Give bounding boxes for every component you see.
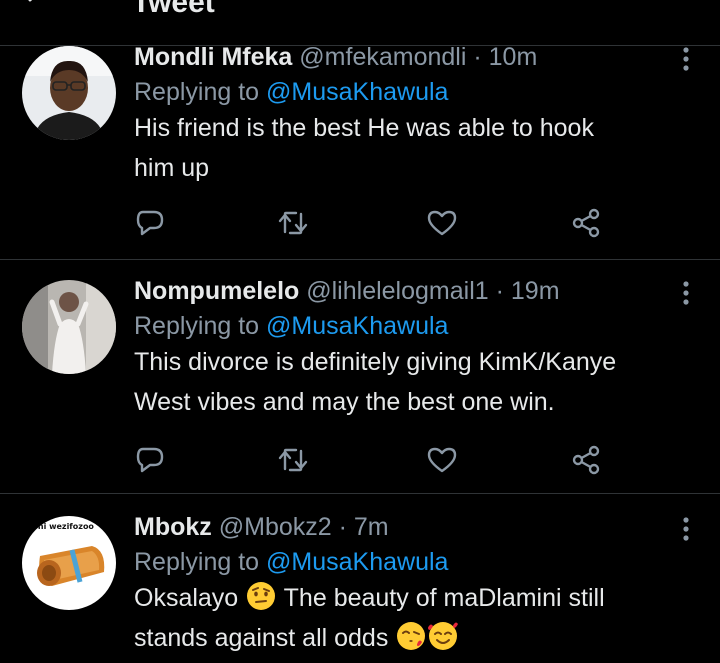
tweet-text-line: His friend is the best He was able to ho…	[134, 114, 594, 142]
action-bar	[134, 207, 604, 247]
author-handle[interactable]: @mfekamondli	[299, 43, 466, 71]
author-name[interactable]: Mondli Mfeka	[134, 43, 292, 71]
avatar[interactable]: laphi wezifozoo	[22, 516, 116, 610]
separator-dot: ·	[495, 277, 504, 305]
replying-to: Replying to @MusaKhawula	[134, 546, 680, 578]
more-icon[interactable]	[682, 280, 690, 306]
avatar[interactable]	[22, 280, 116, 374]
avatar[interactable]	[22, 46, 116, 140]
timestamp[interactable]: 7m	[354, 513, 389, 541]
reply-icon[interactable]	[134, 444, 166, 476]
tweet-text: His friend is the best He was able to ho…	[134, 108, 680, 188]
tweet-text-segment: Oksalayo	[134, 584, 246, 612]
action-bar	[134, 444, 604, 484]
mention-link[interactable]: @MusaKhawula	[266, 548, 448, 576]
share-icon[interactable]	[570, 207, 602, 239]
top-bar: Tweet	[0, 0, 720, 46]
mention-link[interactable]: @MusaKhawula	[266, 312, 448, 340]
tweet-header: Nompumelelo @lihlelelogmail1 · 19m	[134, 276, 680, 306]
retweet-icon[interactable]	[277, 207, 309, 239]
share-icon[interactable]	[570, 444, 602, 476]
face-blowing-kiss-emoji-icon	[397, 622, 426, 651]
tweet-header: Mondli Mfeka @mfekamondli · 10m	[134, 42, 680, 72]
author-handle[interactable]: @lihlelelogmail1	[306, 277, 488, 305]
smiling-face-with-hearts-emoji-icon	[428, 622, 459, 651]
replying-prefix: Replying to	[134, 312, 267, 340]
face-with-raised-eyebrow-emoji-icon	[247, 582, 276, 611]
tweet-text-line: West vibes and may the best one win.	[134, 388, 555, 416]
separator-dot: ·	[338, 513, 347, 541]
author-handle[interactable]: @Mbokz2	[219, 513, 332, 541]
timestamp[interactable]: 10m	[489, 43, 538, 71]
replying-to: Replying to @MusaKhawula	[134, 76, 680, 108]
tweet-text-line: him up	[134, 154, 210, 182]
replying-to: Replying to @MusaKhawula	[134, 310, 680, 342]
tweet-text: Oksalayo The beauty of maDlamini still s…	[134, 578, 680, 658]
tweet-text-line: stands against all odds	[134, 618, 680, 658]
retweet-icon[interactable]	[277, 444, 309, 476]
author-name[interactable]: Nompumelelo	[134, 277, 299, 305]
heart-icon[interactable]	[426, 207, 458, 239]
replying-prefix: Replying to	[134, 78, 267, 106]
more-icon[interactable]	[682, 516, 690, 542]
reply-tweet[interactable]: Mondli Mfeka @mfekamondli · 10m Replying…	[0, 43, 720, 260]
replying-prefix: Replying to	[134, 548, 267, 576]
tweet-text-line: Oksalayo The beauty of maDlamini still	[134, 578, 680, 618]
tweet-text: This divorce is definitely giving KimK/K…	[134, 342, 680, 422]
tweet-header: Mbokz @Mbokz2 · 7m	[134, 512, 680, 542]
reply-tweet[interactable]: laphi wezifozoo Mbokz @Mbokz2 · 7m Reply…	[0, 494, 720, 663]
tweet-text-segment: stands against all odds	[134, 624, 396, 652]
avatar-caption: laphi wezifozoo	[24, 522, 94, 531]
tweet-text-segment: The beauty of maDlamini still	[277, 584, 605, 612]
page-title: Tweet	[132, 0, 215, 19]
author-name[interactable]: Mbokz	[134, 513, 212, 541]
mention-link[interactable]: @MusaKhawula	[266, 78, 448, 106]
separator-dot: ·	[473, 43, 482, 71]
reply-tweet[interactable]: Nompumelelo @lihlelelogmail1 · 19m Reply…	[0, 260, 720, 494]
tweet-text-line: This divorce is definitely giving KimK/K…	[134, 348, 617, 376]
heart-icon[interactable]	[426, 444, 458, 476]
timestamp[interactable]: 19m	[511, 277, 560, 305]
more-icon[interactable]	[682, 46, 690, 72]
reply-icon[interactable]	[134, 207, 166, 239]
arrow-left-icon[interactable]	[22, 0, 52, 16]
